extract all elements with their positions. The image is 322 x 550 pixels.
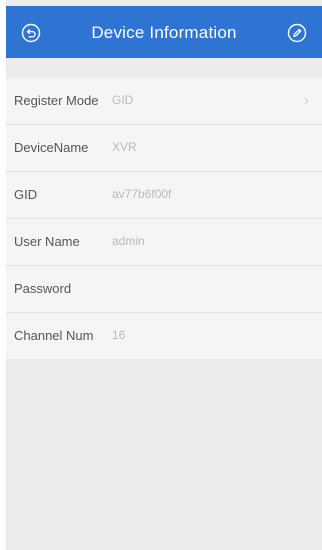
page-title: Device Information	[91, 23, 237, 42]
register-mode-row[interactable]: Register Mode GID ›	[6, 78, 322, 125]
register-mode-value: GID	[112, 93, 134, 107]
device-name-label: DeviceName	[14, 140, 89, 155]
channel-num-row[interactable]: Channel Num 16	[6, 313, 322, 359]
user-name-row[interactable]: User Name admin	[6, 219, 322, 266]
device-name-field[interactable]: XVR	[112, 140, 137, 154]
password-label: Password	[14, 281, 72, 296]
register-mode-label: Register Mode	[14, 93, 99, 108]
device-info-screen: Device Information Register Mode GID › D…	[6, 0, 322, 550]
chevron-right-icon: ›	[303, 92, 309, 109]
device-info-list: Register Mode GID › DeviceName XVR GID a…	[6, 78, 322, 359]
channel-num-label: Channel Num	[14, 328, 94, 343]
gid-field[interactable]: av77b6f00f	[112, 187, 171, 201]
header-bar: Device Information	[6, 6, 322, 58]
user-name-label: User Name	[14, 234, 80, 249]
edit-button[interactable]	[287, 23, 307, 43]
channel-num-field[interactable]: 16	[112, 328, 125, 342]
edit-pencil-icon	[287, 23, 307, 43]
password-row[interactable]: Password	[6, 266, 322, 313]
gid-row[interactable]: GID av77b6f00f	[6, 172, 322, 219]
device-name-row[interactable]: DeviceName XVR	[6, 125, 322, 172]
gid-label: GID	[14, 187, 38, 202]
user-name-field[interactable]: admin	[112, 234, 145, 248]
